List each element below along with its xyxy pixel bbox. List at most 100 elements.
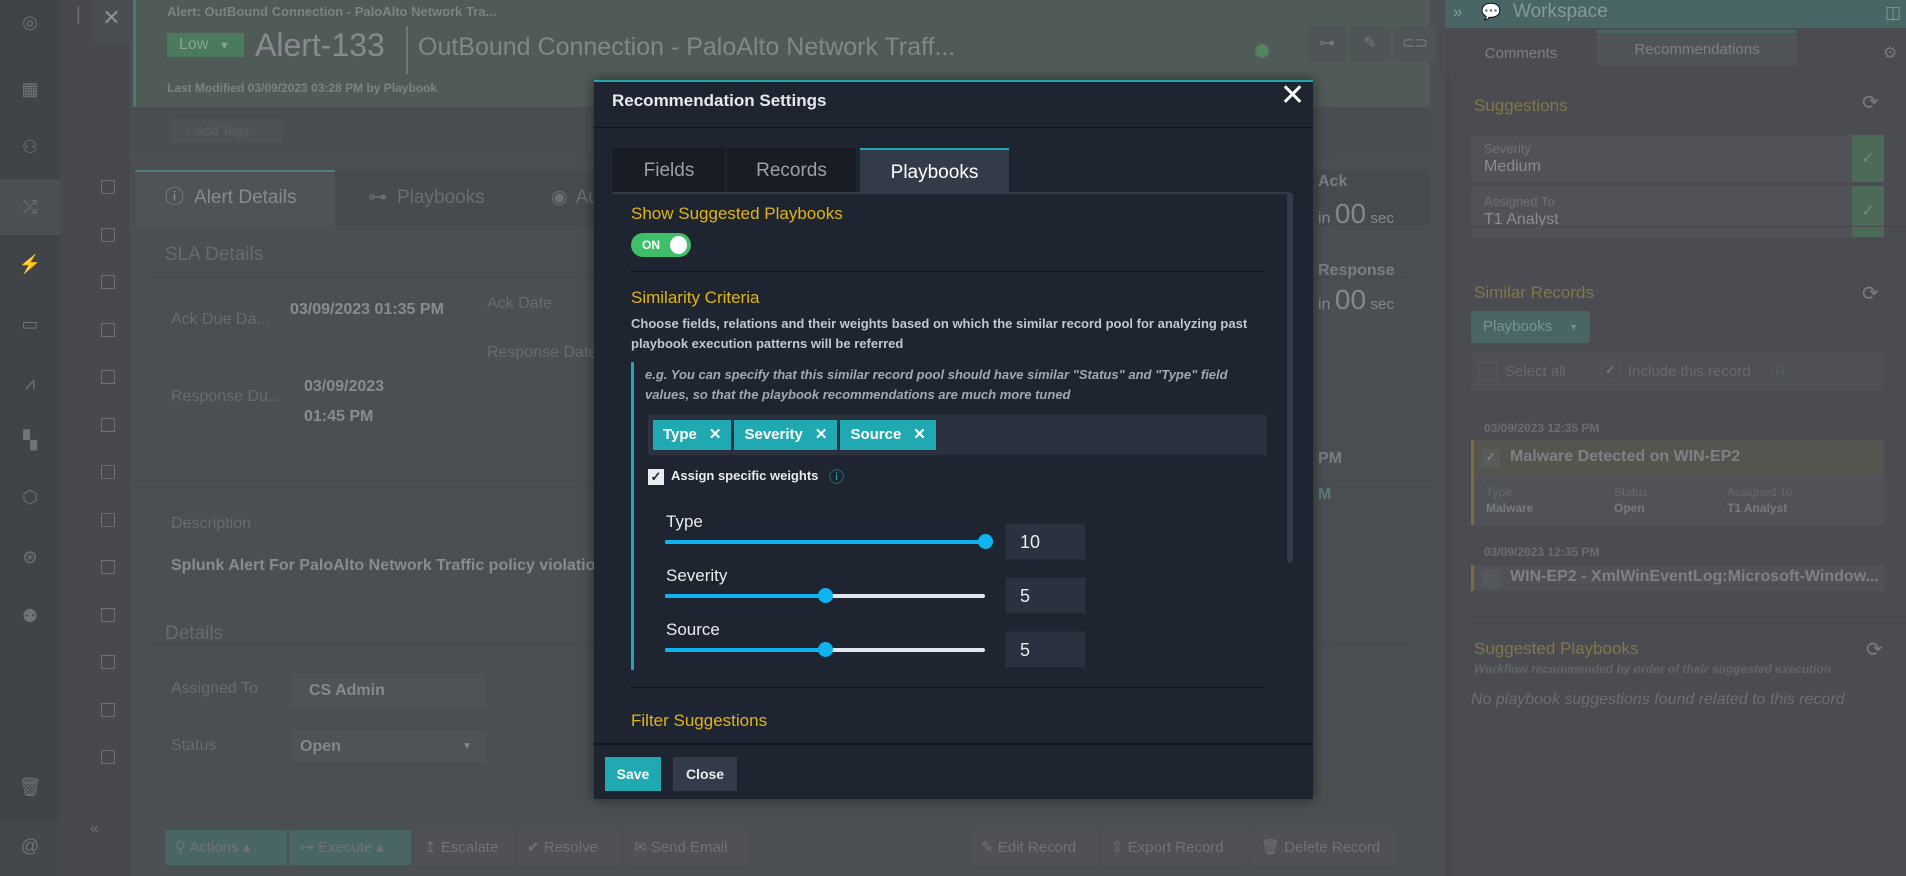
- shuffle-icon[interactable]: ⤮: [0, 197, 60, 218]
- refresh-icon[interactable]: ⟳: [1866, 637, 1883, 662]
- save-button[interactable]: Save: [605, 757, 661, 791]
- row-checkbox[interactable]: [101, 702, 115, 717]
- teams-icon[interactable]: ⚇: [0, 137, 60, 158]
- modal-title: Recommendation Settings: [612, 91, 827, 110]
- row-checkbox[interactable]: [101, 275, 115, 289]
- row-checkbox[interactable]: [101, 417, 115, 432]
- escalate-button[interactable]: ↥ Escalate: [414, 830, 515, 865]
- execute-button[interactable]: ⊶ Execute ▴: [289, 830, 411, 865]
- details-title: Details: [165, 623, 224, 644]
- slider-thumb[interactable]: [818, 642, 833, 657]
- ack-timer: in 00 sec: [1318, 198, 1394, 229]
- similar-record-card[interactable]: WIN-EP2 - XmlWinEventLog:Microsoft-Windo…: [1471, 565, 1884, 591]
- similar-filter-dropdown[interactable]: Playbooks ▼: [1471, 311, 1590, 343]
- export-record-button[interactable]: ⇧ Export Record: [1101, 830, 1249, 865]
- tab-comments[interactable]: Comments: [1445, 35, 1597, 73]
- row-checkbox[interactable]: [101, 512, 115, 527]
- similar-record-card[interactable]: ✓ Malware Detected on WIN-EP2 Type Malwa…: [1471, 440, 1884, 525]
- edit-pencil-button[interactable]: ✎: [1350, 27, 1390, 61]
- refresh-icon[interactable]: ⟳: [1862, 281, 1879, 306]
- accept-suggestion-button[interactable]: ✓: [1852, 186, 1884, 237]
- actions-button[interactable]: ⚲ Actions ▴: [165, 830, 287, 865]
- tab-audit[interactable]: ◉ Au: [551, 170, 599, 226]
- refresh-icon[interactable]: ⟳: [1862, 90, 1879, 115]
- eye-icon: ◉: [551, 187, 568, 208]
- modal-scrollbar[interactable]: [1287, 193, 1293, 563]
- split-view-icon[interactable]: ◫: [1885, 3, 1901, 23]
- connector-icon[interactable]: ⬡: [0, 487, 60, 508]
- briefcase-icon[interactable]: ▭: [0, 314, 60, 335]
- dashboard-icon[interactable]: ▦: [0, 79, 60, 100]
- playbook-tree-button[interactable]: ⊶: [1308, 27, 1346, 61]
- add-tags-button[interactable]: + Add Tags: [171, 119, 283, 143]
- row-checkbox[interactable]: [101, 465, 115, 479]
- suggestion-card: Severity Medium ✓: [1471, 135, 1884, 182]
- description-label: Description: [171, 515, 252, 532]
- show-suggested-toggle[interactable]: ON: [631, 233, 691, 257]
- record-checkbox[interactable]: [1482, 570, 1500, 588]
- trash-icon[interactable]: 🗑: [0, 777, 60, 798]
- remove-chip-icon[interactable]: ✕: [913, 426, 926, 443]
- settings-gear-icon[interactable]: ⚙: [1883, 43, 1897, 63]
- row-checkbox[interactable]: [101, 607, 115, 622]
- close-icon[interactable]: ✕: [1280, 78, 1305, 113]
- last-modified: Last Modified 03/09/2023 03:28 PM by Pla…: [167, 81, 438, 95]
- widgets-icon[interactable]: ▚: [0, 430, 60, 451]
- tab-playbooks[interactable]: ⊶ Playbooks: [368, 170, 485, 226]
- slider-fill: [665, 594, 825, 598]
- slider-thumb[interactable]: [978, 534, 993, 549]
- record-checkbox[interactable]: ✓: [1482, 449, 1500, 467]
- tab-recommendations[interactable]: Recommendations: [1597, 30, 1797, 66]
- info-icon[interactable]: ⓘ: [1770, 361, 1784, 381]
- weight-input[interactable]: 5: [1005, 577, 1086, 614]
- include-record-checkbox[interactable]: ✓: [1601, 361, 1620, 380]
- weight-slider[interactable]: [665, 642, 985, 657]
- accept-suggestion-button[interactable]: ✓: [1852, 135, 1884, 182]
- weight-input[interactable]: 10: [1005, 523, 1086, 560]
- weight-input[interactable]: 5: [1005, 631, 1086, 668]
- info-icon[interactable]: ⓘ: [829, 466, 844, 487]
- tab-playbooks-active[interactable]: Playbooks: [860, 148, 1009, 193]
- assigned-to-field[interactable]: CS Admin: [291, 674, 486, 708]
- tab-fields[interactable]: Fields: [613, 148, 725, 193]
- status-select[interactable]: Open ▼: [291, 731, 486, 763]
- at-icon[interactable]: @: [0, 836, 60, 857]
- slider-fill: [665, 540, 985, 544]
- remove-chip-icon[interactable]: ✕: [815, 426, 828, 443]
- filter-suggestions-title: Filter Suggestions: [631, 711, 768, 730]
- row-checkbox[interactable]: [101, 655, 115, 669]
- assign-weights-checkbox[interactable]: ✓: [648, 469, 664, 485]
- row-checkbox[interactable]: [101, 370, 115, 384]
- field-chips-input[interactable]: Type ✕ Severity ✕ Source ✕: [648, 415, 1267, 455]
- row-checkbox[interactable]: [101, 227, 115, 242]
- chip-source: Source ✕: [840, 420, 936, 450]
- row-checkbox[interactable]: [101, 322, 115, 337]
- close-button[interactable]: Close: [673, 757, 737, 791]
- close-list-icon[interactable]: ✕: [93, 0, 130, 44]
- collapse-icon[interactable]: «: [90, 820, 99, 838]
- link-button[interactable]: ⊂⊃: [1394, 27, 1436, 61]
- slider-thumb[interactable]: [818, 588, 833, 603]
- workspace-panel: » 💬 Workspace ◫ Comments Recommendations…: [1445, 0, 1906, 876]
- incident-icon[interactable]: ⚡: [0, 254, 60, 275]
- support-icon[interactable]: ⊛: [0, 547, 60, 568]
- weight-label: Severity: [666, 566, 728, 585]
- row-checkbox[interactable]: [101, 560, 115, 574]
- row-checkbox[interactable]: [101, 750, 115, 764]
- users-icon[interactable]: ⚉: [0, 606, 60, 627]
- expand-icon[interactable]: »: [1453, 2, 1462, 22]
- delete-record-button[interactable]: 🗑 Delete Record: [1251, 830, 1397, 865]
- resolve-button[interactable]: ✔ Resolve: [517, 830, 622, 865]
- tab-alert-details[interactable]: ⓘ Alert Details: [135, 170, 335, 226]
- logo-icon[interactable]: ◎: [0, 12, 60, 33]
- analytics-icon[interactable]: ⩘: [0, 373, 60, 394]
- edit-record-button[interactable]: ✎ Edit Record: [971, 830, 1099, 865]
- row-checkbox[interactable]: [101, 180, 115, 194]
- weight-slider[interactable]: [665, 534, 993, 549]
- tab-records[interactable]: Records: [727, 148, 856, 193]
- weight-slider[interactable]: [665, 588, 985, 603]
- select-all-checkbox[interactable]: [1478, 362, 1497, 381]
- send-email-button[interactable]: ✉ Send Email: [624, 830, 749, 865]
- severity-dropdown[interactable]: Low ▼: [167, 33, 244, 57]
- remove-chip-icon[interactable]: ✕: [709, 426, 722, 443]
